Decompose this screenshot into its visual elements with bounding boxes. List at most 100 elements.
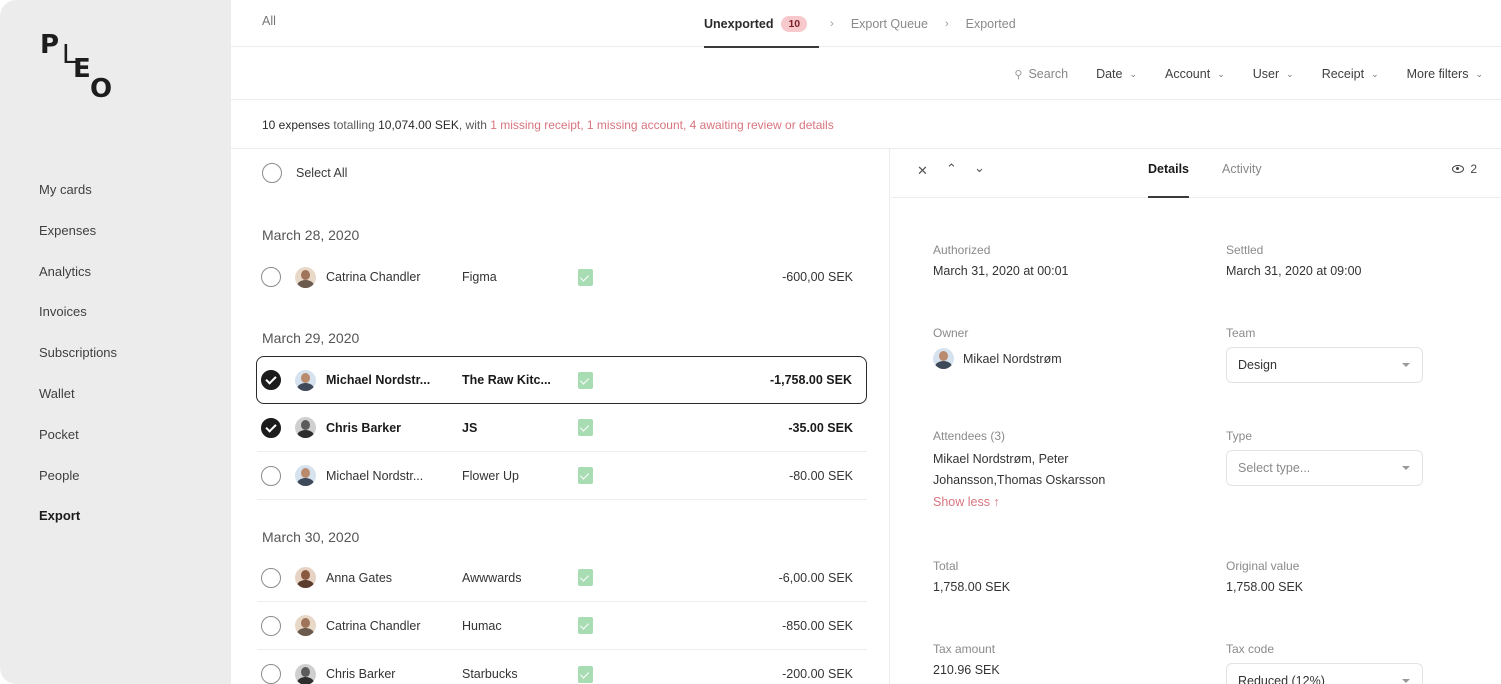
search-button[interactable]: ⚲ Search xyxy=(1014,67,1068,81)
chevron-down-icon: ⌄ xyxy=(1475,68,1483,79)
expense-row[interactable]: Catrina Chandler Figma -600,00 SEK xyxy=(257,253,867,301)
receipt-icon xyxy=(578,467,593,484)
filter-label: Date xyxy=(1096,67,1123,81)
chevron-down-icon: ⌄ xyxy=(1286,68,1294,79)
filter-account[interactable]: Account ⌄ xyxy=(1165,67,1225,81)
row-checkbox[interactable] xyxy=(261,267,281,287)
expense-row[interactable]: Catrina Chandler Humac -850.00 SEK xyxy=(257,602,867,650)
export-steps-bar: All Unexported 10 › Export Queue › Expor… xyxy=(231,0,1501,48)
field-label: Settled xyxy=(1226,243,1264,257)
row-checkbox[interactable] xyxy=(261,567,281,588)
type-select-placeholder: Select type... xyxy=(1238,461,1311,475)
field-value: 1,758.00 SEK xyxy=(1226,580,1304,594)
tab-unexported-label: Unexported xyxy=(704,16,774,31)
row-checkbox[interactable] xyxy=(261,615,281,636)
search-icon: ⚲ xyxy=(1014,68,1023,81)
chevron-down-icon: ⌄ xyxy=(1371,68,1379,79)
tab-export-queue[interactable]: Export Queue xyxy=(851,17,928,31)
sidebar-item-wallet[interactable]: Wallet xyxy=(39,382,117,423)
logo-letter: O xyxy=(90,74,113,104)
expense-owner: Catrina Chandler xyxy=(326,270,421,284)
select-all-checkbox[interactable] xyxy=(262,163,282,183)
tax-code-select[interactable]: Reduced (12%) xyxy=(1226,663,1423,684)
field-label: Owner xyxy=(933,326,969,340)
field-total: Total 1,758.00 SEK xyxy=(933,559,1010,598)
select-all-label: Select All xyxy=(296,166,348,180)
field-label: Team xyxy=(1226,326,1256,340)
expense-row-selected[interactable]: Michael Nordstr... The Raw Kitc... -1,75… xyxy=(256,356,867,404)
search-label: Search xyxy=(1028,67,1069,81)
expense-row[interactable]: Anna Gates Awwwards -6,00.00 SEK xyxy=(257,554,867,602)
field-value: March 31, 2020 at 00:01 xyxy=(933,264,1069,278)
receipt-icon xyxy=(578,569,593,586)
pleo-logo[interactable]: P L E O xyxy=(40,32,120,104)
filter-more[interactable]: More filters ⌄ xyxy=(1407,67,1483,81)
sidebar-item-subscriptions[interactable]: Subscriptions xyxy=(39,341,117,382)
field-tax-code: Tax code Reduced (12%) xyxy=(1226,642,1423,684)
expense-amount: -600,00 SEK xyxy=(782,270,853,284)
sidebar-item-export[interactable]: Export xyxy=(39,504,117,545)
detail-header: ✕ ⌃ ⌄ Details Activity 2 xyxy=(891,149,1501,198)
summary-warnings-link[interactable]: 1 missing receipt, 1 missing account, 4 … xyxy=(490,118,834,132)
avatar xyxy=(295,465,316,486)
field-value: Mikael Nordstrøm, Peter Johansson,Thomas… xyxy=(933,449,1105,491)
logo-letter: E xyxy=(73,54,91,84)
expense-owner: Anna Gates xyxy=(326,570,393,585)
summary-count: 10 expenses xyxy=(262,118,331,132)
field-tax-amount: Tax amount 210.96 SEK xyxy=(933,642,1000,681)
filter-bar: ⚲ Search Date ⌄ Account ⌄ User ⌄ Receipt ⌄ M… xyxy=(231,48,1501,100)
team-select[interactable]: Design xyxy=(1226,347,1423,383)
tab-details[interactable]: Details xyxy=(1148,162,1189,198)
expense-owner: Chris Barker xyxy=(326,667,396,681)
select-all[interactable]: Select All xyxy=(262,163,347,183)
expense-merchant: Flower Up xyxy=(462,468,519,483)
filter-label: Receipt xyxy=(1321,67,1365,81)
expense-row[interactable]: Chris Barker JS -35.00 SEK xyxy=(257,404,867,452)
chevron-right-icon: › xyxy=(830,17,834,30)
expense-amount: -1,758.00 SEK xyxy=(770,373,852,387)
tab-unexported[interactable]: Unexported 10 xyxy=(704,0,820,48)
sidebar-item-analytics[interactable]: Analytics xyxy=(39,260,117,301)
expense-owner: Chris Barker xyxy=(326,420,402,435)
avatar xyxy=(295,567,316,588)
caret-down-icon xyxy=(1402,466,1410,470)
receipt-icon xyxy=(578,371,593,389)
row-checkbox[interactable] xyxy=(261,370,281,390)
expense-merchant: JS xyxy=(462,420,478,435)
sidebar-item-invoices[interactable]: Invoices xyxy=(39,300,117,341)
close-icon[interactable]: ✕ xyxy=(917,163,928,179)
row-checkbox[interactable] xyxy=(261,417,281,438)
tax-code-value: Reduced (12%) xyxy=(1238,674,1325,684)
receipt-icon xyxy=(578,268,593,286)
expense-row[interactable]: Chris Barker Starbucks -200.00 SEK xyxy=(257,650,867,684)
avatar xyxy=(295,369,316,391)
tab-activity[interactable]: Activity xyxy=(1222,162,1262,176)
expense-row[interactable]: Michael Nordstr... Flower Up -80.00 SEK xyxy=(257,452,867,500)
expense-amount: -80.00 SEK xyxy=(789,468,853,483)
tab-exported[interactable]: Exported xyxy=(966,17,1016,31)
sidebar-item-expenses[interactable]: Expenses xyxy=(39,219,117,260)
row-checkbox[interactable] xyxy=(261,664,281,684)
caret-down-icon xyxy=(1402,363,1410,367)
count-badge: 10 xyxy=(781,15,808,32)
attendees-line: Mikael Nordstrøm, Peter xyxy=(933,452,1069,466)
attendees-line: Johansson,Thomas Oskarsson xyxy=(933,473,1106,487)
filter-label: Account xyxy=(1165,67,1211,81)
filter-date[interactable]: Date ⌄ xyxy=(1096,67,1137,81)
chevron-down-icon: ⌄ xyxy=(1217,68,1225,79)
filter-user[interactable]: User ⌄ xyxy=(1253,67,1294,81)
expense-merchant: Awwwards xyxy=(462,570,522,585)
row-checkbox[interactable] xyxy=(261,465,281,486)
viewers-indicator[interactable]: 2 xyxy=(1452,162,1477,176)
receipt-icon xyxy=(578,617,593,634)
filter-receipt[interactable]: Receipt ⌄ xyxy=(1322,67,1379,81)
sidebar-item-my-cards[interactable]: My cards xyxy=(39,178,117,219)
chevron-up-icon[interactable]: ⌃ xyxy=(946,161,957,177)
tab-all[interactable]: All xyxy=(262,14,276,28)
type-select[interactable]: Select type... xyxy=(1226,450,1423,486)
sidebar-item-pocket[interactable]: Pocket xyxy=(39,423,117,464)
sidebar-item-people[interactable]: People xyxy=(39,464,117,505)
show-less-link[interactable]: Show less ↑ xyxy=(933,495,1105,509)
chevron-down-icon[interactable]: ⌄ xyxy=(974,160,985,176)
team-select-value: Design xyxy=(1238,358,1277,372)
